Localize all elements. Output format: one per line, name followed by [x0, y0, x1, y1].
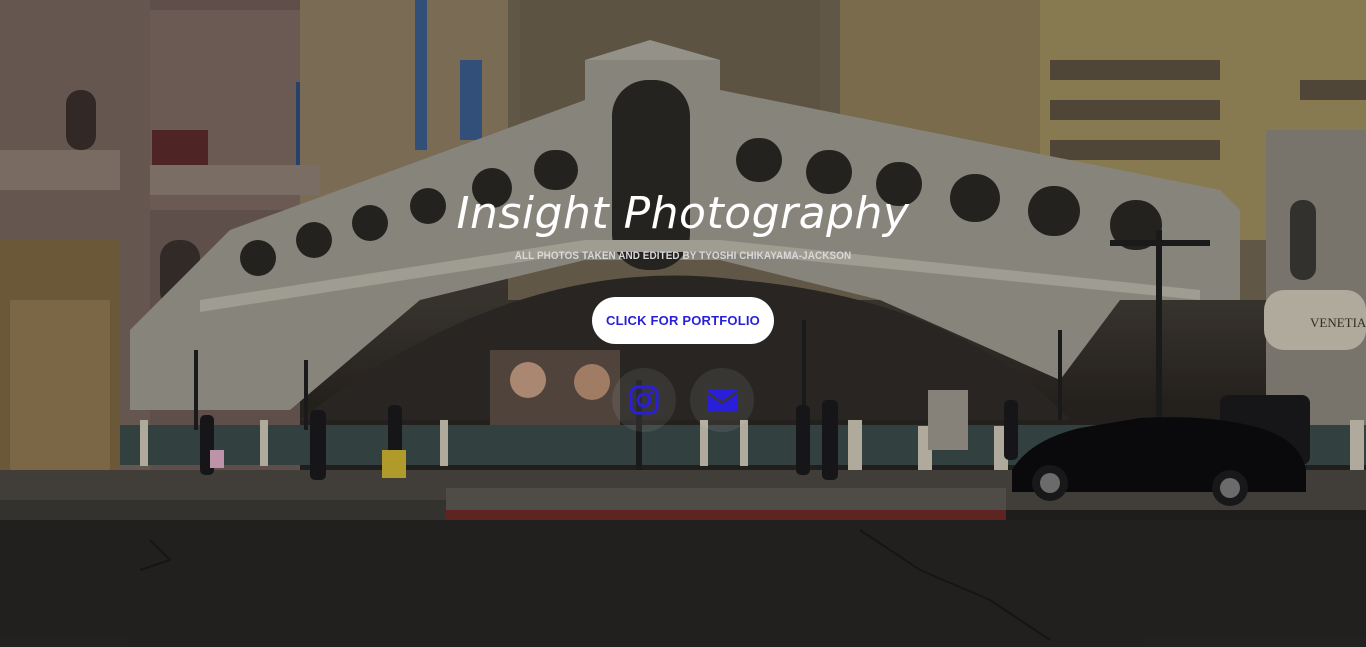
site-subtitle: ALL PHOTOS TAKEN AND EDITED BY TYOSHI CH…: [514, 250, 852, 262]
email-link[interactable]: [690, 368, 754, 432]
instagram-icon: [629, 385, 659, 415]
hero-section: VENETIAN: [0, 0, 1366, 647]
portfolio-button[interactable]: CLICK FOR PORTFOLIO: [592, 297, 774, 344]
site-title: Insight Photography: [456, 188, 910, 239]
portfolio-button-label: CLICK FOR PORTFOLIO: [605, 313, 760, 328]
instagram-link[interactable]: [612, 368, 676, 432]
envelope-icon: [707, 389, 737, 411]
hero-content: Insight Photography ALL PHOTOS TAKEN AND…: [0, 0, 1366, 647]
